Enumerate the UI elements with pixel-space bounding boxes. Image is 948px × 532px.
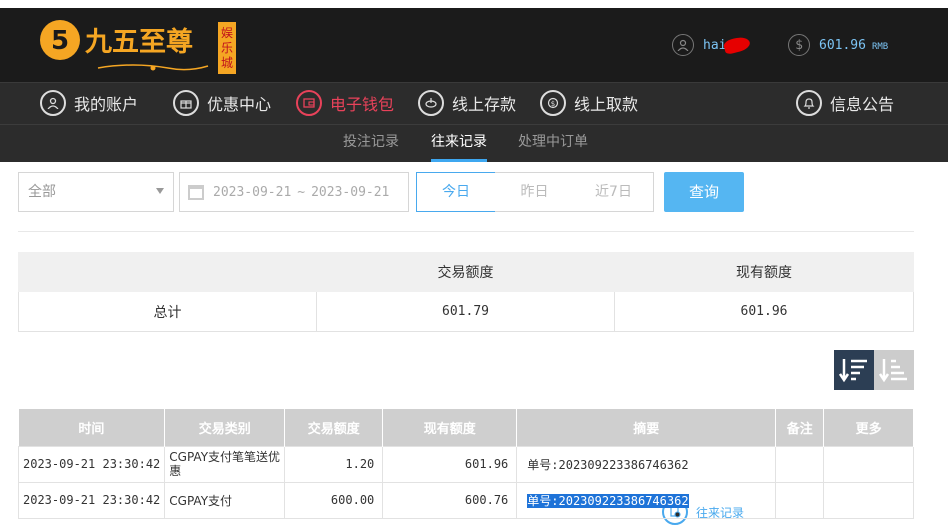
sort-descending-button[interactable] [834, 350, 874, 390]
nav-online-deposit[interactable]: 线上存款 [418, 83, 516, 123]
summary-header-row: 交易额度 现有额度 [18, 252, 914, 292]
row-time: 2023-09-21 23:30:42 [17, 481, 166, 519]
row-amount: 1.20 [284, 445, 384, 483]
balance-display: $ 601.96 RMB [788, 34, 888, 56]
row-memo-cell[interactable]: 单号:202309223386746362 [516, 481, 777, 519]
row-time: 2023-09-21 23:30:42 [17, 445, 166, 483]
gift-icon [173, 90, 199, 116]
table-row: 2023-09-21 23:30:42 CGPAY支付笔笔送优惠 1.20 60… [17, 445, 914, 483]
tab-bet-records[interactable]: 投注记录 [343, 125, 399, 162]
row-memo[interactable]: 单号:202309223386746362 [516, 445, 777, 483]
nav-my-account[interactable]: 我的账户 [40, 83, 138, 123]
tab-transaction-records[interactable]: 往来记录 [431, 125, 487, 162]
nav-e-wallet[interactable]: 电子钱包 [296, 83, 394, 123]
col-amount: 交易额度 [284, 409, 384, 446]
summary-header-balance: 现有额度 [614, 252, 914, 292]
sort-asc-icon [879, 359, 907, 383]
summary-table: 交易额度 现有额度 总计 601.79 601.96 [18, 252, 914, 332]
summary-total-label: 总计 [18, 291, 317, 332]
summary-total-balance: 601.96 [614, 291, 914, 332]
date-from: 2023-09-21 [213, 184, 292, 200]
summary-total-row: 总计 601.79 601.96 [18, 291, 914, 332]
redaction-mark [723, 34, 752, 56]
query-button[interactable]: 查询 [664, 172, 744, 212]
date-range-input[interactable]: 2023-09-21 ~ 2023-09-21 [179, 172, 409, 212]
user-icon [672, 34, 694, 56]
balance-currency: RMB [871, 41, 889, 52]
range-yesterday-button[interactable]: 昨日 [495, 172, 575, 212]
site-header: 5 九五至尊 娱 乐 城 hai $ 601.96 RMB [0, 8, 948, 82]
range-7days-button[interactable]: 近7日 [574, 172, 654, 212]
sort-desc-icon [839, 359, 867, 383]
row-more[interactable] [823, 445, 914, 483]
top-strip [0, 0, 948, 8]
divider [18, 231, 914, 232]
user-menu[interactable]: hai [672, 34, 752, 56]
row-category: CGPAY支付笔笔送优惠 [164, 445, 286, 483]
table-row: 2023-09-21 23:30:42 CGPAY支付 600.00 600.7… [17, 481, 914, 519]
type-select[interactable]: 全部 [18, 172, 174, 212]
row-balance: 600.76 [382, 481, 518, 519]
col-memo: 摘要 [516, 409, 777, 446]
col-more: 更多 [823, 409, 914, 446]
tab-pending-orders[interactable]: 处理中订单 [518, 125, 588, 162]
col-remark: 备注 [775, 409, 825, 446]
dollar-icon: $ [788, 34, 810, 56]
col-time: 时间 [18, 409, 166, 446]
range-today-button[interactable]: 今日 [416, 172, 496, 212]
wallet-icon [296, 90, 322, 116]
transaction-table: 时间 交易类别 交易额度 现有额度 摘要 备注 更多 2023-09-21 23… [17, 409, 914, 519]
balance-amount: 601.96 [819, 37, 866, 53]
row-more[interactable] [823, 481, 914, 519]
sort-ascending-button[interactable] [874, 350, 914, 390]
nav-announcements[interactable]: 信息公告 [796, 83, 894, 123]
svg-text:5: 5 [51, 26, 69, 56]
user-icon [40, 90, 66, 116]
nav-promotions[interactable]: 优惠中心 [173, 83, 271, 123]
row-category: CGPAY支付 [164, 481, 286, 519]
deposit-icon [418, 90, 444, 116]
calendar-icon [188, 184, 204, 200]
col-category: 交易类别 [164, 409, 286, 446]
row-remark [775, 445, 825, 483]
main-nav: 我的账户 优惠中心 电子钱包 线上存款 $ 线上取款 往来记录 信息公告 [0, 82, 948, 525]
type-select-value: 全部 [28, 184, 56, 200]
svg-text:城: 城 [221, 56, 233, 70]
row-balance: 601.96 [382, 445, 518, 483]
brand-name: 九五至尊 [85, 27, 193, 58]
brand-logo[interactable]: 5 九五至尊 娱 乐 城 [38, 16, 238, 76]
summary-total-amount: 601.79 [316, 291, 615, 332]
date-separator: ~ [297, 184, 306, 200]
sub-nav: 投注记录 往来记录 处理中订单 [0, 124, 948, 162]
svg-text:$: $ [551, 100, 555, 108]
date-to: 2023-09-21 [311, 184, 390, 200]
summary-header-amount: 交易额度 [316, 252, 615, 292]
svg-text:乐: 乐 [221, 41, 233, 55]
summary-header-blank [18, 252, 317, 292]
row-memo-selected[interactable]: 单号:202309223386746362 [527, 493, 689, 508]
row-amount: 600.00 [284, 481, 384, 519]
caret-down-icon [156, 188, 164, 194]
row-remark [775, 481, 825, 519]
withdraw-icon: $ [540, 90, 566, 116]
nav-online-withdraw[interactable]: $ 线上取款 [540, 83, 638, 123]
col-balance: 现有额度 [382, 409, 518, 446]
bell-icon [796, 90, 822, 116]
svg-text:娱: 娱 [221, 26, 233, 40]
table-header-row: 时间 交易类别 交易额度 现有额度 摘要 备注 更多 [18, 409, 914, 446]
